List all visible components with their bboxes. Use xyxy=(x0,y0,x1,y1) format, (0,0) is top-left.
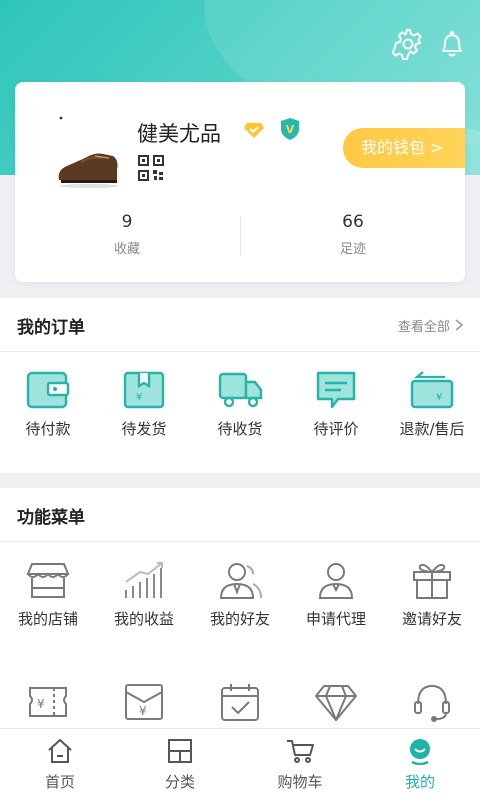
menu-check-in[interactable] xyxy=(192,682,288,722)
menu-coupon[interactable]: ¥ xyxy=(0,682,96,722)
menu-red-envelope[interactable]: ¥ xyxy=(96,682,192,722)
bell-icon[interactable] xyxy=(436,28,468,60)
calendar-check-icon xyxy=(192,682,288,722)
profile-card: 健美尤品 V 我的钱包 > 9 收藏 66 足迹 xyxy=(15,82,465,282)
profile-icon xyxy=(360,737,480,765)
stat-favorites[interactable]: 9 收藏 xyxy=(27,212,227,257)
divider xyxy=(0,351,480,352)
gear-icon[interactable] xyxy=(391,28,424,60)
order-refund-aftersales[interactable]: ¥ 退款/售后 xyxy=(384,370,480,439)
shop-icon xyxy=(0,560,96,600)
menu-label: 我的好友 xyxy=(209,610,270,628)
menu-label: 申请代理 xyxy=(305,610,366,628)
tab-label: 分类 xyxy=(164,773,195,791)
tab-mine[interactable]: 我的 xyxy=(360,737,480,792)
stat-label: 收藏 xyxy=(113,242,140,257)
bar-chart-icon xyxy=(96,560,192,600)
refund-card-icon: ¥ xyxy=(384,370,480,410)
package-icon: ¥ xyxy=(96,370,192,410)
menu-label: 我的收益 xyxy=(113,610,174,628)
avatar[interactable] xyxy=(51,110,131,190)
coupon-icon: ¥ xyxy=(0,682,96,722)
menu-my-friends[interactable]: 我的好友 xyxy=(192,560,288,629)
menu-label: 邀请好友 xyxy=(401,610,462,628)
orders-section: 我的订单 查看全部 待付款 ¥ 待发货 待收货 待评价 ¥ 退款/售后 xyxy=(0,298,480,473)
stat-footprints[interactable]: 66 足迹 xyxy=(253,212,453,257)
truck-icon xyxy=(192,370,288,410)
stat-value: 66 xyxy=(342,212,364,232)
menu-customer-service[interactable] xyxy=(384,682,480,722)
order-pending-payment[interactable]: 待付款 xyxy=(0,370,96,439)
friends-icon xyxy=(192,560,288,600)
tab-cart[interactable]: 购物车 xyxy=(240,737,360,792)
order-label: 退款/售后 xyxy=(399,420,465,438)
tab-label: 首页 xyxy=(44,773,75,791)
menu-my-earnings[interactable]: 我的收益 xyxy=(96,560,192,629)
tab-home[interactable]: 首页 xyxy=(0,737,120,792)
tab-label: 购物车 xyxy=(277,773,323,791)
section-title: 功能菜单 xyxy=(17,508,85,528)
svg-text:¥: ¥ xyxy=(136,392,142,403)
verified-shield-icon: V xyxy=(279,117,301,145)
divider xyxy=(240,216,241,256)
stat-value: 9 xyxy=(121,212,133,232)
svg-text:¥: ¥ xyxy=(37,697,45,711)
gift-icon xyxy=(384,560,480,600)
order-label: 待评价 xyxy=(313,420,359,438)
order-pending-receipt[interactable]: 待收货 xyxy=(192,370,288,439)
menu-membership[interactable] xyxy=(288,682,384,722)
svg-text:¥: ¥ xyxy=(139,704,147,718)
view-all-label: 查看全部 xyxy=(397,320,450,335)
order-label: 待收货 xyxy=(217,420,263,438)
stat-label: 足迹 xyxy=(339,242,366,257)
order-pending-review[interactable]: 待评价 xyxy=(288,370,384,439)
qr-code-icon[interactable] xyxy=(137,154,165,186)
view-all-orders-link[interactable]: 查看全部 xyxy=(398,316,464,335)
order-pending-shipment[interactable]: ¥ 待发货 xyxy=(96,370,192,439)
order-label: 待发货 xyxy=(121,420,167,438)
diamond-icon xyxy=(288,682,384,722)
headset-icon xyxy=(384,682,480,722)
menu-invite-friends[interactable]: 邀请好友 xyxy=(384,560,480,629)
divider xyxy=(0,541,480,542)
svg-text:V: V xyxy=(286,123,295,136)
tab-category[interactable]: 分类 xyxy=(120,737,240,792)
home-icon xyxy=(0,737,120,765)
cart-icon xyxy=(240,737,360,765)
person-icon xyxy=(288,560,384,600)
category-icon xyxy=(120,737,240,765)
menu-my-shop[interactable]: 我的店铺 xyxy=(0,560,96,629)
section-title: 我的订单 xyxy=(17,318,85,338)
nickname: 健美尤品 xyxy=(137,122,221,146)
menu-apply-agent[interactable]: 申请代理 xyxy=(288,560,384,629)
chevron-right-icon xyxy=(454,319,464,335)
envelope-yen-icon: ¥ xyxy=(96,682,192,722)
tab-label: 我的 xyxy=(404,773,435,791)
wallet-icon xyxy=(0,370,96,410)
order-label: 待付款 xyxy=(25,420,71,438)
comment-icon xyxy=(288,370,384,410)
menu-label: 我的店铺 xyxy=(17,610,78,628)
vip-diamond-icon xyxy=(243,120,265,144)
bottom-tab-bar: 首页 分类 购物车 我的 xyxy=(0,728,480,800)
wallet-button[interactable]: 我的钱包 > xyxy=(343,128,465,168)
svg-text:¥: ¥ xyxy=(436,392,442,403)
